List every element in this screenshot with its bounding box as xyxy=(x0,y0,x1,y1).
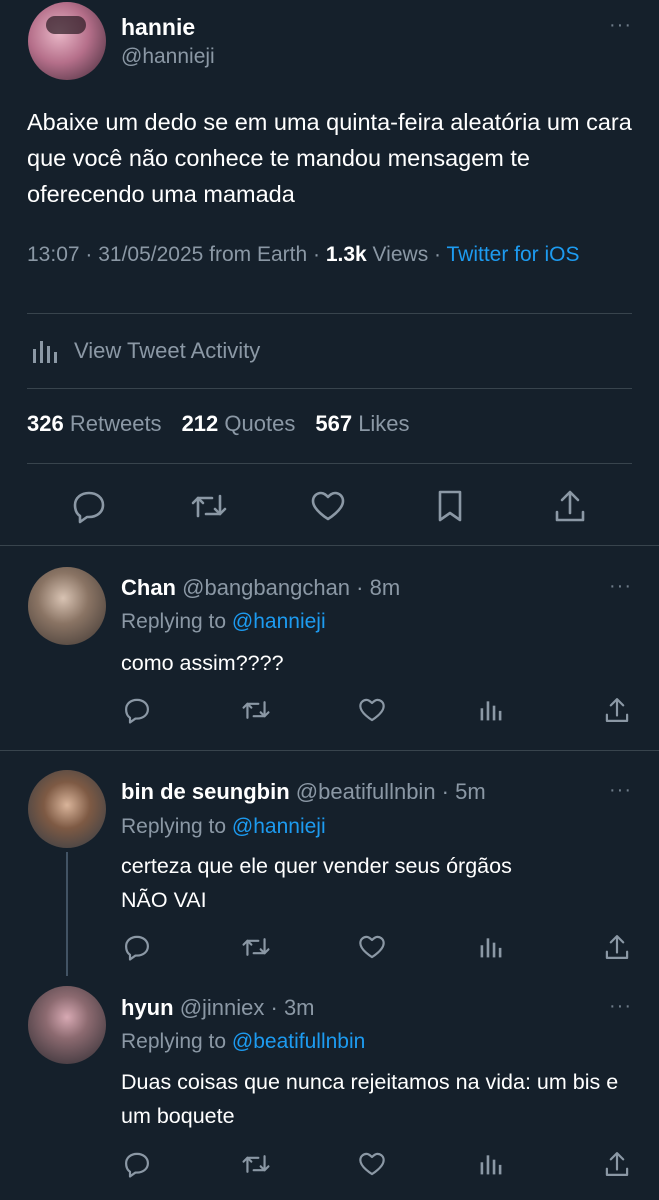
retweet-icon[interactable] xyxy=(240,1150,272,1178)
reply-handle: @beatifullnbin · 5m xyxy=(295,779,486,804)
reply-icon[interactable] xyxy=(122,933,152,961)
retweet-icon[interactable] xyxy=(189,488,229,524)
reply-icon[interactable] xyxy=(122,696,152,724)
reply-icon[interactable] xyxy=(70,488,108,524)
views-count: 1.3k xyxy=(325,243,367,266)
divider xyxy=(27,463,632,464)
analytics-icon[interactable] xyxy=(478,1151,504,1177)
replying-to: Replying to @hannieji xyxy=(121,815,326,838)
retweets-stat[interactable]: 326 Retweets xyxy=(27,411,162,437)
mention-link[interactable]: @hannieji xyxy=(232,815,326,838)
mention-link[interactable]: @hannieji xyxy=(232,610,326,633)
avatar[interactable] xyxy=(28,2,106,80)
avatar[interactable] xyxy=(28,567,106,645)
more-icon[interactable]: ··· xyxy=(609,575,632,598)
share-icon[interactable] xyxy=(551,488,589,524)
views-label: Views · xyxy=(366,243,447,266)
reply-text: certeza que ele quer vender seus órgãos … xyxy=(121,854,512,912)
bookmark-icon[interactable] xyxy=(432,488,468,524)
reply-author[interactable]: bin de seungbin @beatifullnbin · 5m xyxy=(121,779,486,805)
replying-to: Replying to @beatifullnbin xyxy=(121,1030,366,1053)
avatar[interactable] xyxy=(28,986,106,1064)
activity-label: View Tweet Activity xyxy=(74,338,261,363)
separator xyxy=(0,545,659,546)
tweet-meta: 13:07 · 31/05/2025 from Earth · 1.3k Vie… xyxy=(27,240,627,269)
analytics-icon[interactable] xyxy=(478,934,504,960)
share-icon[interactable] xyxy=(602,933,632,961)
reply-author[interactable]: hyun @jinniex · 3m xyxy=(121,995,315,1021)
divider xyxy=(27,313,632,314)
like-icon[interactable] xyxy=(357,933,387,961)
retweet-icon[interactable] xyxy=(240,696,272,724)
share-icon[interactable] xyxy=(602,1150,632,1178)
retweet-icon[interactable] xyxy=(240,933,272,961)
likes-stat[interactable]: 567 Likes xyxy=(315,411,409,437)
thread-line xyxy=(66,852,68,976)
reply-text: Duas coisas que nunca rejeitamos na vida… xyxy=(121,1070,619,1128)
quotes-stat[interactable]: 212 Quotes xyxy=(182,411,296,437)
reply-handle: @bangbangchan · 8m xyxy=(182,575,401,600)
mention-link[interactable]: @beatifullnbin xyxy=(232,1030,365,1053)
more-icon[interactable]: ··· xyxy=(609,779,632,802)
main-tweet: hannie @hannieji ··· Abaixe um dedo se e… xyxy=(0,0,659,545)
tweet-text: Abaixe um dedo se em uma quinta-feira al… xyxy=(27,109,632,207)
reply-text: como assim???? xyxy=(121,651,284,675)
like-icon[interactable] xyxy=(309,488,347,524)
analytics-icon xyxy=(30,336,60,366)
client-link[interactable]: Twitter for iOS xyxy=(446,243,579,266)
reply-icon[interactable] xyxy=(122,1150,152,1178)
replying-to: Replying to @hannieji xyxy=(121,610,326,633)
analytics-icon[interactable] xyxy=(478,697,504,723)
more-icon[interactable]: ··· xyxy=(609,995,632,1018)
reply-handle: @jinniex · 3m xyxy=(179,995,315,1020)
view-tweet-activity[interactable]: View Tweet Activity xyxy=(30,336,260,366)
divider xyxy=(27,388,632,389)
reply-author[interactable]: Chan @bangbangchan · 8m xyxy=(121,575,400,601)
like-icon[interactable] xyxy=(357,1150,387,1178)
tweet-timestamp: 13:07 · 31/05/2025 from Earth · xyxy=(27,243,326,266)
more-icon[interactable]: ··· xyxy=(609,14,632,37)
avatar[interactable] xyxy=(28,770,106,848)
author-name[interactable]: hannie xyxy=(121,14,195,41)
separator xyxy=(0,750,659,751)
tweet-actions xyxy=(0,488,659,524)
engagement-stats: 326 Retweets 212 Quotes 567 Likes xyxy=(27,411,410,437)
like-icon[interactable] xyxy=(357,696,387,724)
author-handle[interactable]: @hannieji xyxy=(121,45,215,69)
share-icon[interactable] xyxy=(602,696,632,724)
